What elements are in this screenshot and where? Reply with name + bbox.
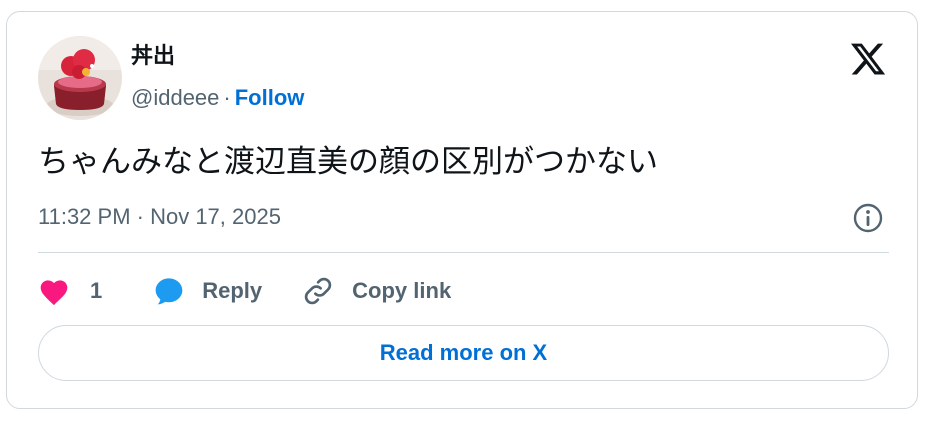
- tweet-timestamp[interactable]: 11:32 PM · Nov 17, 2025: [38, 203, 281, 231]
- follow-button[interactable]: Follow: [235, 85, 305, 110]
- author-avatar[interactable]: [38, 36, 122, 120]
- like-button[interactable]: 1: [38, 276, 102, 306]
- like-count: 1: [90, 278, 103, 303]
- divider: [38, 252, 889, 253]
- embedded-tweet-card: 丼出 @iddeee · Follow ちゃんみなと渡辺直美の顔の区別がつかない 1…: [6, 11, 918, 409]
- tweet-actions: 1 Reply Copy link: [38, 274, 451, 308]
- handle-separator: ·: [223, 85, 231, 110]
- author-name[interactable]: 丼出: [131, 42, 175, 70]
- link-icon: [305, 277, 332, 305]
- author-handle-row: @iddeee · Follow: [131, 84, 304, 112]
- tweet-text: ちゃんみなと渡辺直美の顔の区別がつかない: [38, 144, 658, 179]
- reply-button[interactable]: Reply: [152, 275, 262, 307]
- copy-link-label: Copy link: [352, 278, 452, 303]
- cake-avatar-image: [38, 36, 122, 120]
- read-more-button[interactable]: Read more on X: [38, 325, 889, 381]
- info-icon[interactable]: [852, 202, 884, 234]
- reply-label: Reply: [202, 278, 263, 303]
- speech-bubble-icon: [155, 278, 183, 305]
- copy-link-button[interactable]: Copy link: [302, 275, 451, 307]
- heart-icon: [40, 280, 68, 306]
- author-handle[interactable]: @iddeee: [131, 85, 219, 110]
- x-logo-icon[interactable]: [849, 40, 887, 78]
